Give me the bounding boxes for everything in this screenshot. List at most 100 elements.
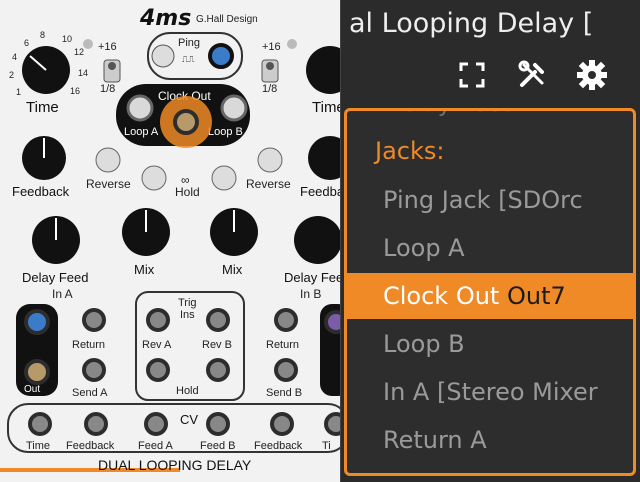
return-b-jack[interactable] — [274, 308, 298, 332]
cv-jack[interactable] — [144, 412, 168, 436]
feedback-knob-left[interactable] — [22, 136, 66, 180]
return-b-label: Return — [266, 339, 299, 351]
range-bottom-right: 1/8 — [262, 83, 277, 95]
return-a-jack[interactable] — [82, 308, 106, 332]
loop-b-light — [220, 94, 248, 122]
send-a-jack[interactable] — [82, 358, 106, 382]
range-switch-right[interactable] — [261, 59, 279, 83]
svg-text:8: 8 — [40, 30, 45, 40]
maker-label: G.Hall Design — [196, 14, 258, 25]
cv-label-time-b: Ti — [322, 440, 331, 452]
svg-text:10: 10 — [62, 34, 72, 44]
cv-jack[interactable] — [206, 412, 230, 436]
rev-a-label: Rev A — [142, 339, 172, 351]
jack-item-label: In A [Stereo Mixer — [383, 378, 598, 406]
rev-b-label: Rev B — [202, 339, 232, 351]
delay-feed-label-a: Delay Feed — [22, 270, 88, 285]
feedback-label-left: Feedback — [12, 184, 70, 199]
cv-label-time: Time — [26, 440, 50, 452]
in-a-jack[interactable] — [24, 309, 50, 335]
range-switch-left[interactable] — [103, 59, 121, 83]
cv-jack[interactable] — [28, 412, 52, 436]
fullscreen-icon[interactable] — [455, 58, 489, 92]
gear-icon[interactable] — [575, 58, 609, 92]
jack-item-label: Return A — [383, 426, 487, 454]
hold-button-a[interactable] — [141, 165, 167, 191]
send-b-jack[interactable] — [274, 358, 298, 382]
panel-title: al Looping Delay [ — [349, 8, 594, 39]
tools-icon[interactable] — [515, 58, 549, 92]
ping-button[interactable] — [151, 44, 175, 68]
scrolled-item-partial[interactable]: Delay Feed B — [383, 111, 541, 117]
svg-text:1: 1 — [16, 87, 21, 97]
ping-label: Ping — [178, 37, 200, 49]
jacks-section-heading: Jacks: — [375, 137, 445, 165]
delay-feed-knob-b[interactable] — [294, 216, 342, 264]
reverse-label-a: Reverse — [86, 177, 131, 191]
jack-item-in-a[interactable]: In A [Stereo Mixer — [347, 369, 633, 415]
jack-item-loop-b[interactable]: Loop B — [347, 321, 633, 367]
module-name: DUAL LOOPING DELAY — [98, 457, 252, 473]
cv-label-feed-a: Feed A — [138, 440, 174, 452]
led-left — [83, 39, 93, 49]
hold-b-jack[interactable] — [206, 358, 230, 382]
out-a-label: Out — [24, 384, 40, 395]
led-right — [287, 39, 297, 49]
jack-item-clock-out[interactable]: Clock Out Out7 — [347, 273, 633, 319]
hold-label: Hold — [175, 185, 200, 199]
jack-item-label: Loop A — [383, 234, 465, 262]
range-top-right: +16 — [262, 41, 281, 53]
out-a-jack[interactable] — [24, 359, 50, 385]
cv-label-feedback-a: Feedback — [66, 440, 115, 452]
delay-feed-knob-a[interactable] — [32, 216, 80, 264]
svg-text:14: 14 — [78, 68, 88, 78]
cv-label-feed-b: Feed B — [200, 440, 235, 452]
rev-a-jack[interactable] — [146, 308, 170, 332]
loop-b-label: Loop B — [208, 126, 243, 138]
reverse-button-a[interactable] — [95, 147, 121, 173]
reverse-button-b[interactable] — [257, 147, 283, 173]
svg-text:12: 12 — [74, 47, 84, 57]
ping-sub-label: ⎍⎍ — [182, 54, 195, 64]
cv-jack[interactable] — [270, 412, 294, 436]
jack-item-return-a[interactable]: Return A — [347, 417, 633, 463]
clock-out-jack[interactable] — [173, 109, 199, 135]
mix-label-a: Mix — [134, 262, 155, 277]
range-bottom-left: 1/8 — [100, 83, 115, 95]
cv-label-feedback-b: Feedback — [254, 440, 303, 452]
jack-item-label: Loop B — [383, 330, 465, 358]
jack-item-ping[interactable]: Ping Jack [SDOrc — [347, 177, 633, 223]
svg-text:6: 6 — [24, 38, 29, 48]
mix-label-b: Mix — [222, 262, 243, 277]
jack-mapping-badge: Out7 — [506, 282, 566, 310]
hold-a-jack[interactable] — [146, 358, 170, 382]
send-b-label: Send B — [266, 387, 302, 399]
rev-b-jack[interactable] — [206, 308, 230, 332]
ins-label: Ins — [180, 309, 195, 321]
mix-knob-a[interactable] — [122, 208, 170, 256]
jack-list-menu[interactable]: Delay Feed B Jacks: Ping Jack [SDOrc Loo… — [344, 108, 636, 476]
time-label-left: Time — [26, 99, 59, 116]
hold-jack-label: Hold — [176, 385, 199, 397]
hold-button-b[interactable] — [211, 165, 237, 191]
svg-text:4: 4 — [12, 52, 17, 62]
svg-text:16: 16 — [70, 86, 80, 96]
loop-a-label: Loop A — [124, 126, 159, 138]
send-a-label: Send A — [72, 387, 108, 399]
ping-jack[interactable] — [208, 43, 234, 69]
jack-item-label: Clock Out — [383, 282, 500, 310]
jack-item-label: Ping Jack [SDOrc — [383, 186, 583, 214]
cv-jack[interactable] — [84, 412, 108, 436]
jack-item-loop-a[interactable]: Loop A — [347, 225, 633, 271]
cv-label: CV — [180, 412, 198, 427]
svg-text:2: 2 — [9, 70, 14, 80]
range-top-left: +16 — [98, 41, 117, 53]
trig-label: Trig — [178, 297, 197, 309]
reverse-label-b: Reverse — [246, 177, 291, 191]
brand-logo: 4ms — [139, 6, 191, 31]
time-knob-left[interactable] — [22, 46, 70, 94]
loop-a-light — [126, 94, 154, 122]
mix-knob-b[interactable] — [210, 208, 258, 256]
in-b-label: In B — [300, 287, 321, 301]
return-a-label: Return — [72, 339, 105, 351]
